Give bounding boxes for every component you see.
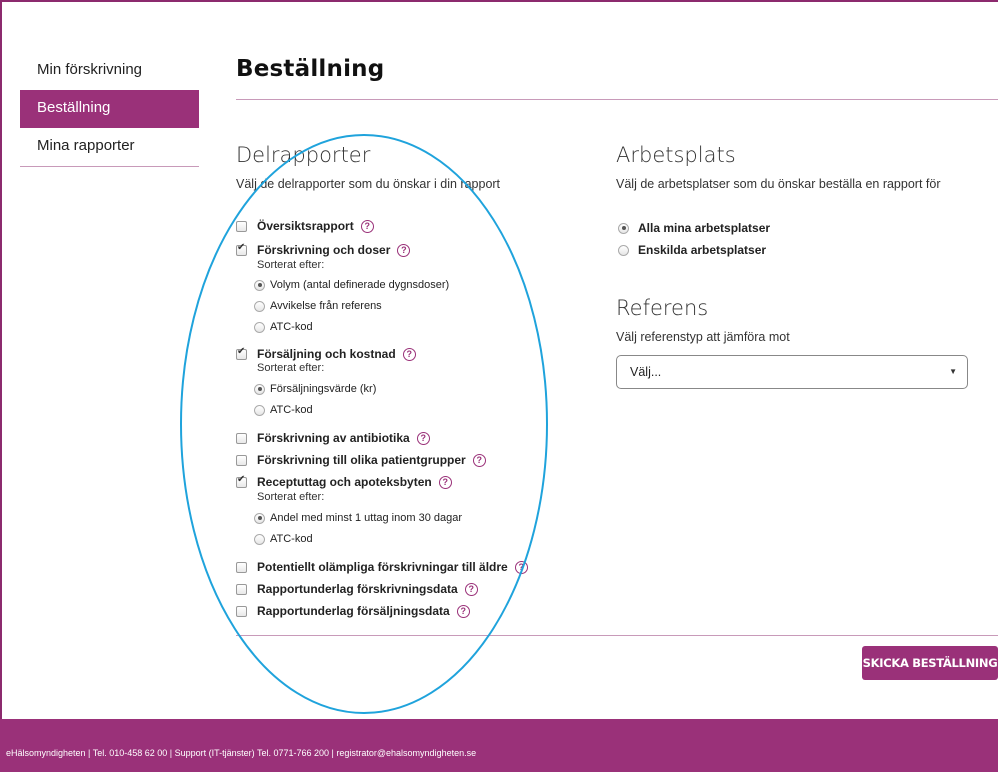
sidebar: Min förskrivning Beställning Mina rappor… [20,52,199,167]
radio-button[interactable] [254,533,265,545]
sort-option[interactable]: Avvikelse från referens [254,300,382,312]
help-icon[interactable]: ? [472,453,486,467]
sidebar-item-min-forskrivning[interactable]: Min förskrivning [20,52,199,90]
title-divider [236,99,998,100]
checkbox-receptuttag[interactable] [236,474,247,488]
referens-title: Referens [616,296,709,320]
sidebar-item-bestallning[interactable]: Beställning [20,90,199,128]
checkbox-oversiktsrapport[interactable] [236,220,247,232]
checkbox-forsaljning-och-kostnad[interactable] [236,346,247,360]
sort-option[interactable]: Försäljningsvärde (kr) [254,383,376,395]
checkbox-label: Förskrivning till olika patientgrupper [257,453,466,467]
submit-order-button[interactable]: SKICKA BESTÄLLNING [862,646,998,680]
bottom-divider [236,635,998,636]
sidebar-item-mina-rapporter[interactable]: Mina rapporter [20,128,199,166]
help-icon[interactable]: ? [464,582,478,596]
caret-down-icon: ▼ [949,367,957,376]
sort-label: Sorterat efter: [257,362,325,374]
radio-label: Försäljningsvärde (kr) [270,383,377,395]
checkbox-antibiotika[interactable] [236,432,247,444]
radio-label: Volym (antal definerade dygnsdoser) [270,279,450,291]
checkbox-underlag-forsaljning[interactable] [236,605,247,617]
footer: eHälsomyndigheten | Tel. 010-458 62 00 |… [0,719,998,772]
checkbox-label: Förskrivning och doser [257,243,391,257]
page-title: Beställning [236,56,385,82]
sort-option[interactable]: Volym (antal definerade dygnsdoser) [254,279,449,291]
help-icon[interactable]: ? [360,219,374,233]
radio-label: Alla mina arbetsplatser [638,221,771,235]
radio-button[interactable] [618,244,629,256]
delrapporter-title: Delrapporter [236,143,371,167]
help-icon[interactable]: ? [402,347,416,361]
radio-label: ATC-kod [270,404,313,416]
radio-button[interactable] [618,222,629,234]
checkbox-label: Rapportunderlag försäljningsdata [257,604,450,618]
delrapport-forskrivning-och-doser: Förskrivning och doser ? [236,242,411,257]
delrapport-olampliga: Potentiellt olämpliga förskrivningar til… [236,560,528,574]
delrapport-underlag-forsaljning: Rapportunderlag försäljningsdata ? [236,604,470,618]
delrapporter-description: Välj de delrapporter som du önskar i din… [236,177,501,191]
delrapport-underlag-forskrivning: Rapportunderlag förskrivningsdata ? [236,582,478,596]
sort-option[interactable]: ATC-kod [254,404,313,416]
delrapport-receptuttag: Receptuttag och apoteksbyten ? [236,474,452,489]
checkbox-label: Översiktsrapport [257,219,354,233]
radio-label: Andel med minst 1 uttag inom 30 dagar [270,512,463,524]
help-icon[interactable]: ? [514,560,528,574]
sort-option[interactable]: ATC-kod [254,321,313,333]
checkbox-label: Potentiellt olämpliga förskrivningar til… [257,560,508,574]
radio-button[interactable] [254,300,265,312]
checkbox-label: Receptuttag och apoteksbyten [257,475,432,489]
checkbox-label: Försäljning och kostnad [257,347,396,361]
radio-label: ATC-kod [270,533,313,545]
radio-button[interactable] [254,279,265,291]
radio-button[interactable] [254,404,265,416]
delrapport-forsaljning-och-kostnad: Försäljning och kostnad ? [236,346,416,361]
footer-text: eHälsomyndigheten | Tel. 010-458 62 00 |… [6,748,477,758]
sort-label: Sorterat efter: [257,259,325,271]
radio-label: Enskilda arbetsplatser [638,243,767,257]
arbetsplats-option-alla[interactable]: Alla mina arbetsplatser [618,221,770,235]
sort-option[interactable]: ATC-kod [254,533,313,545]
help-icon[interactable]: ? [397,243,411,257]
radio-button[interactable] [254,512,265,524]
sort-option[interactable]: Andel med minst 1 uttag inom 30 dagar [254,512,462,524]
checkbox-forskrivning-och-doser[interactable] [236,242,247,256]
help-icon[interactable]: ? [438,475,452,489]
sidebar-divider [20,166,199,167]
arbetsplats-option-enskilda[interactable]: Enskilda arbetsplatser [618,243,766,257]
arbetsplats-description: Välj de arbetsplatser som du önskar best… [616,177,941,191]
referens-description: Välj referenstyp att jämföra mot [616,330,790,344]
radio-button[interactable] [254,321,265,333]
radio-label: ATC-kod [270,321,313,333]
sort-label: Sorterat efter: [257,491,325,503]
checkbox-label: Rapportunderlag förskrivningsdata [257,582,458,596]
referens-select[interactable]: Välj... ▼ [616,355,968,389]
checkbox-underlag-forskrivning[interactable] [236,583,247,595]
checkbox-olampliga[interactable] [236,561,247,573]
select-value: Välj... [630,365,662,379]
arbetsplats-title: Arbetsplats [616,143,736,167]
checkbox-label: Förskrivning av antibiotika [257,431,410,445]
radio-button[interactable] [254,383,265,395]
help-icon[interactable]: ? [416,431,430,445]
radio-label: Avvikelse från referens [270,300,382,312]
help-icon[interactable]: ? [456,604,470,618]
delrapport-oversiktsrapport: Översiktsrapport ? [236,219,374,233]
checkbox-patientgrupper[interactable] [236,454,247,466]
delrapport-antibiotika: Förskrivning av antibiotika ? [236,431,430,445]
delrapport-patientgrupper: Förskrivning till olika patientgrupper ? [236,453,486,467]
